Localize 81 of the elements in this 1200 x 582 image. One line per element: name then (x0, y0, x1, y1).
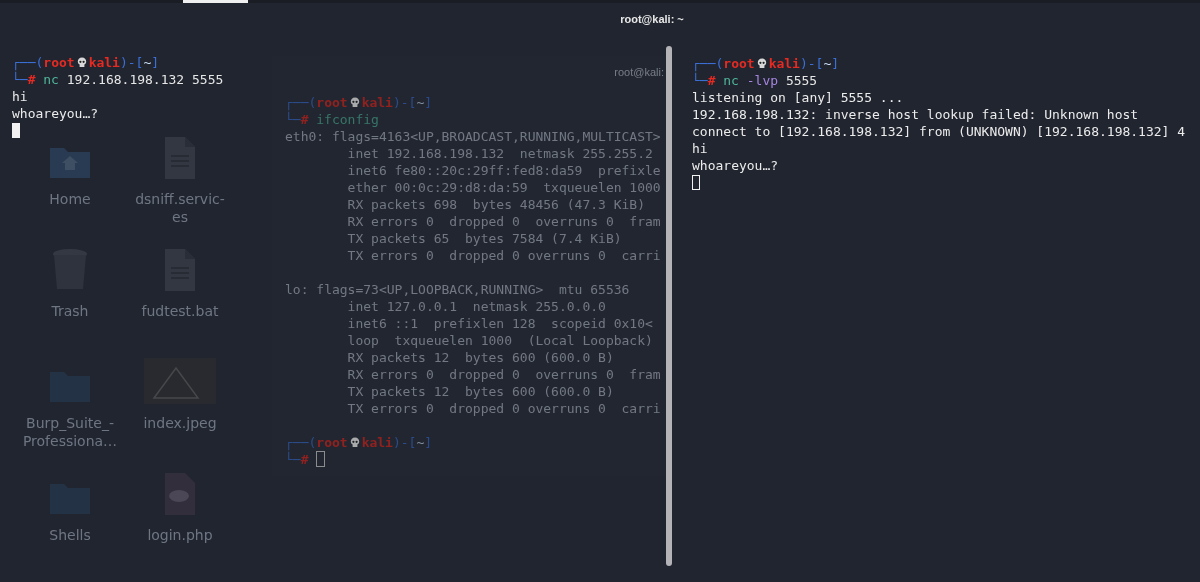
prompt-frame: └─ (285, 112, 301, 127)
active-workspace-indicator (183, 0, 248, 3)
prompt-user: root (43, 55, 75, 70)
output-line: eth0: flags=4163<UP,BROADCAST,RUNNING,MULTICAST> (285, 128, 661, 145)
output-line: RX packets 698 bytes 48456 (47.3 KiB) (346, 196, 646, 213)
output-line: inet 127.0.0.1 netmask 255.0.0.0 (346, 298, 606, 315)
skull-icon (349, 97, 360, 108)
prompt-frame: )-[ (799, 56, 824, 71)
desktop-icon-label[interactable]: dsniff.servic-es (132, 190, 228, 226)
window-title: root@kali: (614, 66, 664, 78)
skull-icon (756, 58, 767, 69)
prompt-user: root (723, 56, 755, 71)
output-line: TX errors 0 dropped 0 overruns 0 carri (346, 247, 661, 264)
prompt-frame: ┌──( (285, 95, 317, 110)
prompt-user: root (316, 95, 348, 110)
desktop-icon-label[interactable]: Shells (22, 526, 118, 544)
desktop-icon-label[interactable]: login.php (132, 526, 228, 544)
php-file-icon (163, 472, 197, 516)
output-line: listening on [any] 5555 ... (692, 89, 904, 106)
output-line: ether 00:0c:29:d8:da:59 txqueuelen 1000 (346, 179, 661, 196)
prompt-frame: └─ (12, 72, 28, 87)
prompt-frame: ] (831, 56, 840, 71)
command-name: nc (723, 73, 739, 88)
output-line: whoareyou…? (12, 105, 99, 122)
output-line: inet6 ::1 prefixlen 128 scopeid 0x10< (346, 315, 653, 332)
prompt-frame: └─ (285, 452, 301, 467)
output-line: TX packets 12 bytes 600 (600.0 B) (346, 383, 614, 400)
output-line: lo: flags=73<UP,LOOPBACK,RUNNING> mtu 65536 (285, 281, 630, 298)
command-argument: 192.168.198.132 (66, 72, 185, 87)
prompt-frame: )-[ (392, 435, 417, 450)
prompt-host: kali (361, 435, 393, 450)
output-line: loop txqueuelen 1000 (Local Loopback) (346, 332, 653, 349)
prompt-frame: )-[ (119, 55, 144, 70)
cursor (316, 451, 326, 467)
output-line: RX packets 12 bytes 600 (600.0 B) (346, 349, 614, 366)
prompt-frame: ] (151, 55, 160, 70)
command-option: -lvp (746, 73, 779, 88)
prompt-frame: ] (424, 435, 433, 450)
window-title: root@kali: ~ (620, 12, 684, 25)
prompt-symbol: # (300, 452, 309, 467)
prompt-directory: ~ (416, 435, 425, 450)
output-line: TX errors 0 dropped 0 overruns 0 carri (346, 400, 661, 417)
prompt-frame: └─ (692, 73, 708, 88)
output-line: 192.168.198.132: inverse host lookup failed: Unknown host (692, 106, 1139, 123)
prompt-directory: ~ (823, 56, 832, 71)
output-line: hi (12, 88, 28, 105)
desktop-icon-label[interactable]: Home (22, 190, 118, 208)
skull-icon (76, 57, 87, 68)
command-name: nc (43, 72, 59, 87)
prompt-host: kali (88, 55, 120, 70)
desktop-icon-label[interactable]: Trash (22, 302, 118, 320)
desktop-icon-label[interactable]: index.jpeg (132, 414, 228, 432)
command-name: ifconfig (316, 112, 379, 127)
output-line: connect to [192.168.198.132] from (UNKNOWN) [192.168.198.132] 4 (692, 123, 1186, 140)
prompt-frame: ┌──( (12, 55, 44, 70)
prompt-frame: )-[ (392, 95, 417, 110)
desktop-icon-label[interactable]: fudtest.bat (132, 302, 228, 320)
output-line: RX errors 0 dropped 0 overruns 0 fram (346, 213, 661, 230)
prompt-host: kali (768, 56, 800, 71)
prompt-frame: ┌──( (285, 435, 317, 450)
prompt-frame: ┌──( (692, 56, 724, 71)
prompt-host: kali (361, 95, 393, 110)
output-line: whoareyou…? (692, 157, 779, 174)
prompt-user: root (316, 435, 348, 450)
output-line: inet 192.168.198.132 netmask 255.255.2 (346, 145, 653, 162)
prompt-symbol: # (707, 73, 716, 88)
prompt-directory: ~ (143, 55, 152, 70)
prompt-symbol: # (27, 72, 36, 87)
prompt-symbol: # (300, 112, 309, 127)
prompt-frame: ] (424, 95, 433, 110)
prompt-directory: ~ (416, 95, 425, 110)
command-argument: 5555 (785, 73, 818, 88)
skull-icon (349, 437, 360, 448)
output-line: TX packets 65 bytes 7584 (7.4 KiB) (346, 230, 622, 247)
command-argument: 5555 (192, 72, 224, 87)
output-line: hi (692, 140, 708, 157)
output-line: RX errors 0 dropped 0 overruns 0 fram (346, 366, 661, 383)
scrollbar-thumb[interactable] (666, 46, 672, 566)
output-line: inet6 fe80::20c:29ff:fed8:da59 prefixle (346, 162, 661, 179)
image-thumbnail-icon (144, 358, 216, 404)
desktop-icon-label[interactable]: Burp_Suite_-Professiona… (22, 414, 118, 450)
